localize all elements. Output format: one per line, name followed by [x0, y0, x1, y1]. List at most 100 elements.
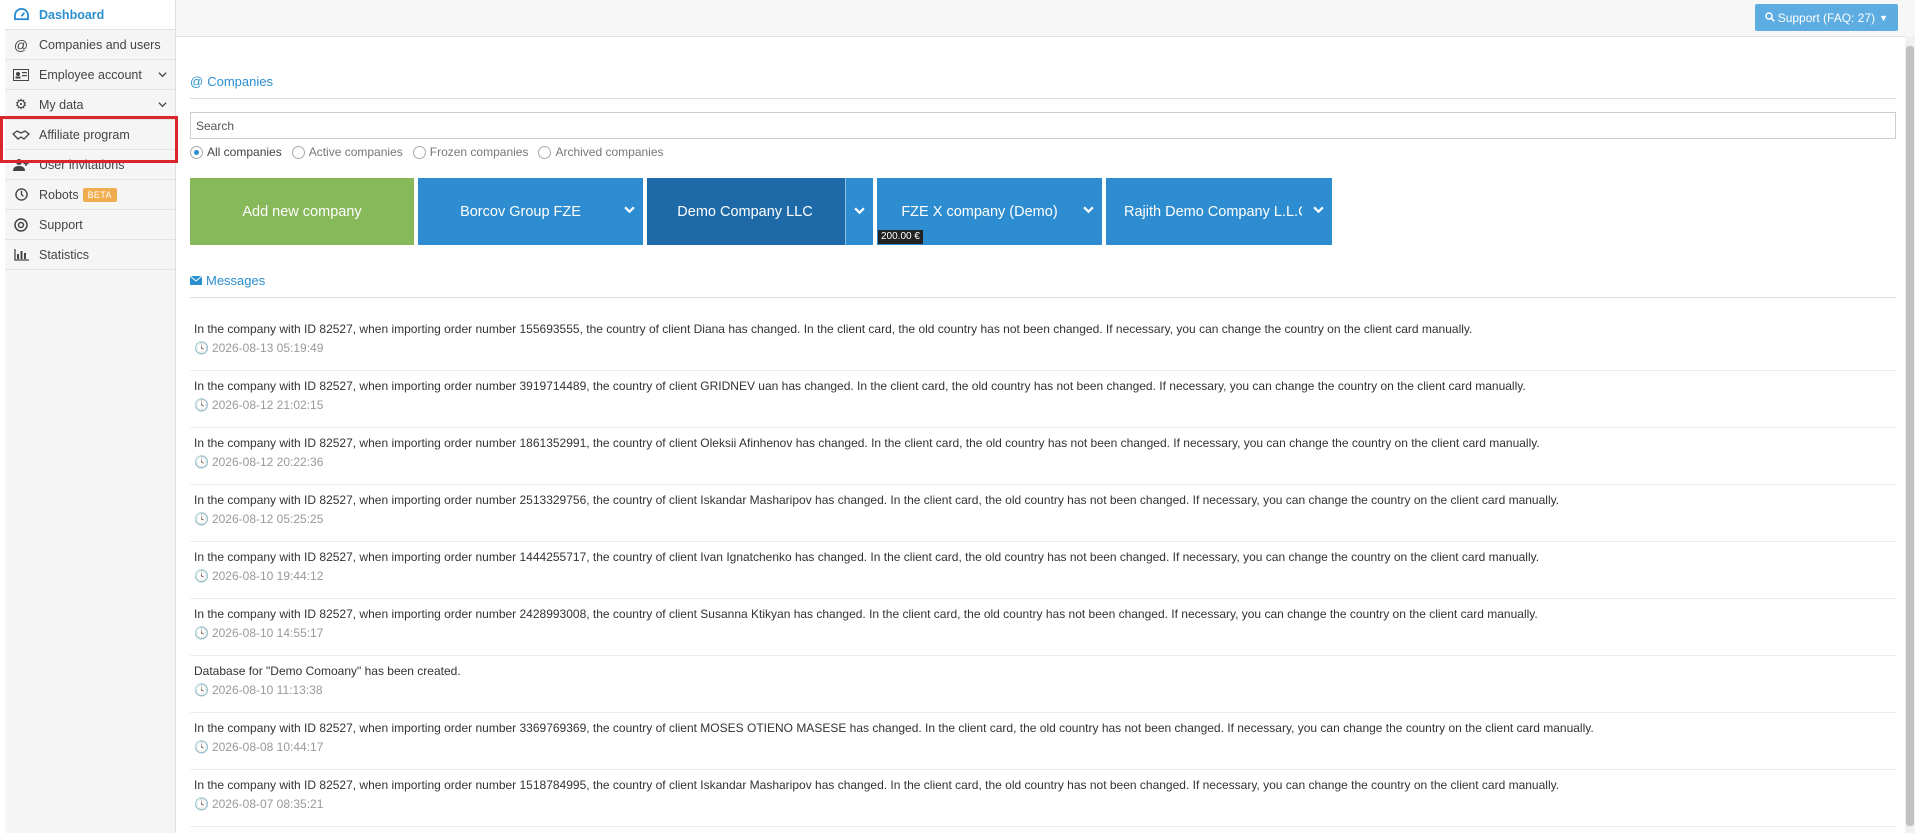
filter-label: Frozen companies [429, 145, 529, 159]
company-tile-borcov[interactable]: Borcov Group FZE [418, 178, 643, 245]
clock-icon: 🕓 [194, 626, 209, 640]
sidebar-item-label: Robots [39, 187, 79, 202]
clock-icon: 🕓 [194, 569, 209, 583]
radio-button[interactable] [538, 145, 552, 159]
filter-frozen-companies[interactable]: Frozen companies [412, 145, 529, 159]
companies-title-label: Companies [207, 73, 273, 89]
chevron-down-icon[interactable] [624, 204, 635, 218]
timestamp: 2026-08-12 21:02:15 [211, 398, 324, 412]
timestamp: 2026-08-12 20:22:36 [211, 455, 324, 469]
message-text: In the company with ID 82527, when impor… [194, 379, 1526, 393]
timestamp: 2026-08-07 08:35:21 [211, 797, 324, 811]
tile-label: Borcov Group FZE [460, 203, 581, 220]
sidebar-item-label: Dashboard [39, 7, 105, 22]
sidebar-item-statistics[interactable]: Statistics [5, 240, 175, 270]
sidebar-item-affiliate-program[interactable]: Affiliate program [5, 120, 175, 150]
clock-icon: 🕓 [194, 797, 209, 811]
sidebar-item-label: User invitations [39, 157, 125, 172]
message-time: 🕓 2026-08-08 10:44:17 [194, 740, 1896, 754]
message-text: In the company with ID 82527, when impor… [194, 322, 1473, 336]
company-tile-fze-x[interactable]: FZE X company (Demo) 200.00 € [877, 178, 1102, 245]
message-item: In the company with ID 82527, when impor… [190, 713, 1896, 770]
chevron-down-icon[interactable] [1313, 204, 1324, 218]
message-text: In the company with ID 82527, when impor… [194, 493, 1560, 507]
messages-list: In the company with ID 82527, when impor… [190, 314, 1896, 827]
message-item: In the company with ID 82527, when impor… [190, 428, 1896, 485]
sidebar-item-label: Statistics [39, 247, 90, 262]
clock-icon: 🕓 [194, 740, 209, 754]
sidebar-item-label: Support [39, 217, 83, 232]
filter-archived-companies[interactable]: Archived companies [538, 145, 664, 159]
message-time: 🕓 2026-08-13 05:19:49 [194, 341, 1896, 355]
sidebar-item-companies-and-users[interactable]: @ Companies and users [5, 30, 175, 60]
bar-chart-icon [12, 247, 30, 263]
clock-icon [12, 187, 30, 203]
timestamp: 2026-08-08 10:44:17 [211, 740, 324, 754]
message-item: In the company with ID 82527, when impor… [190, 599, 1896, 656]
message-time: 🕓 2026-08-12 05:25:25 [194, 512, 1896, 526]
caret-down-icon: ▼ [1879, 12, 1888, 23]
message-time: 🕓 2026-08-12 20:22:36 [194, 455, 1896, 469]
message-item: In the company with ID 82527, when impor… [190, 314, 1896, 371]
company-tile-rajith[interactable]: Rajith Demo Company L.L.C [1106, 178, 1332, 245]
tile-label: Demo Company LLC [677, 203, 813, 220]
radio-button[interactable] [291, 145, 305, 159]
message-text: In the company with ID 82527, when impor… [194, 436, 1540, 450]
search-input[interactable] [190, 112, 1896, 139]
sidebar-item-user-invitations[interactable]: User invitations [5, 150, 175, 180]
sidebar-item-label: Companies and users [39, 37, 161, 52]
message-time: 🕓 2026-08-12 21:02:15 [194, 398, 1896, 412]
dashboard-icon [12, 7, 30, 23]
chevron-down-icon [158, 68, 167, 82]
timestamp: 2026-08-10 11:13:38 [211, 683, 323, 697]
message-text: In the company with ID 82527, when impor… [194, 550, 1540, 564]
clock-icon: 🕓 [194, 398, 209, 412]
id-card-icon [12, 67, 30, 83]
sidebar-item-label: Employee account [39, 67, 142, 82]
message-item: In the company with ID 82527, when impor… [190, 371, 1896, 428]
message-time: 🕓 2026-08-10 19:44:12 [194, 569, 1896, 583]
tile-dropdown-toggle[interactable] [845, 178, 873, 245]
lifebuoy-icon [12, 217, 30, 233]
sidebar-item-employee-account[interactable]: Employee account [5, 60, 175, 90]
message-text: In the company with ID 82527, when impor… [194, 721, 1594, 735]
message-text: In the company with ID 82527, when impor… [194, 778, 1560, 792]
sidebar: Dashboard @ Companies and users Employee… [5, 0, 176, 833]
sidebar-item-support[interactable]: Support [5, 210, 175, 240]
scrollbar-thumb[interactable] [1906, 46, 1914, 826]
vertical-scrollbar[interactable] [1905, 36, 1915, 833]
top-bar: Support (FAQ: 27) ▼ [176, 0, 1915, 37]
filter-active-companies[interactable]: Active companies [291, 145, 403, 159]
tile-label: Add new company [242, 203, 362, 220]
at-icon: @ [190, 73, 204, 89]
support-button-label: Support (FAQ: 27) [1777, 10, 1876, 25]
beta-badge: BETA [82, 187, 117, 202]
balance-badge: 200.00 € [878, 230, 923, 244]
message-time: 🕓 2026-08-07 08:35:21 [194, 797, 1896, 811]
support-button[interactable]: Support (FAQ: 27) ▼ [1754, 4, 1898, 31]
filter-label: All companies [207, 145, 282, 159]
filter-label: Active companies [308, 145, 403, 159]
tile-label: Rajith Demo Company L.L.C [1124, 203, 1302, 220]
add-new-company-button[interactable]: Add new company [190, 178, 414, 245]
sidebar-item-my-data[interactable]: ⚙ My data [5, 90, 175, 120]
gears-icon: ⚙ [14, 96, 28, 112]
radio-button[interactable] [412, 145, 426, 159]
company-tile-demo-company[interactable]: Demo Company LLC [647, 178, 873, 245]
sidebar-item-dashboard[interactable]: Dashboard [5, 0, 175, 30]
company-filter-group: All companies Active companies Frozen co… [190, 145, 674, 159]
message-text: Database for "Demo Comoany" has been cre… [194, 664, 461, 678]
filter-all-companies[interactable]: All companies [190, 145, 282, 159]
message-item: In the company with ID 82527, when impor… [190, 542, 1896, 599]
messages-title-label: Messages [206, 272, 266, 288]
sidebar-item-robots[interactable]: Robots BETA [5, 180, 175, 210]
messages-section-title: Messages [189, 269, 1896, 298]
clock-icon: 🕓 [194, 341, 209, 355]
radio-button[interactable] [190, 145, 203, 159]
clock-icon: 🕓 [194, 455, 209, 469]
chevron-down-icon[interactable] [1083, 204, 1094, 218]
message-item: In the company with ID 82527, when impor… [190, 770, 1896, 827]
timestamp: 2026-08-10 14:55:17 [211, 626, 324, 640]
sidebar-item-label: My data [39, 97, 84, 112]
timestamp: 2026-08-12 05:25:25 [211, 512, 324, 526]
